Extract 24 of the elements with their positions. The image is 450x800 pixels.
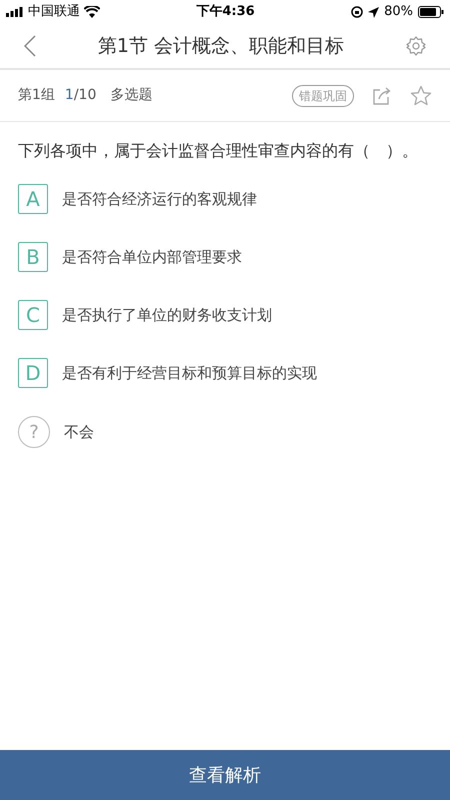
carrier-text: 中国联通 — [28, 3, 80, 22]
group-label: 第1组 — [18, 86, 55, 105]
signal-icon — [6, 7, 24, 17]
rotation-lock-icon — [351, 6, 364, 18]
battery-icon — [418, 6, 444, 18]
view-analysis-button[interactable]: 查看解析 — [0, 750, 450, 800]
battery-text: 80% — [384, 3, 413, 22]
option-text[interactable]: 是否有利于经营目标和预算目标的实现 — [62, 362, 317, 384]
option-text[interactable]: 是否符合单位内部管理要求 — [62, 246, 242, 268]
option-text[interactable]: 是否执行了单位的财务收支计划 — [62, 304, 272, 326]
share-icon[interactable] — [372, 86, 392, 106]
question-type: 多选题 — [110, 86, 152, 105]
location-arrow-icon — [368, 6, 380, 18]
current-index: 1 — [64, 86, 74, 105]
total-count: /10 — [74, 86, 96, 105]
option-text[interactable]: 不会 — [64, 420, 94, 444]
clock-text: 下午4:36 — [196, 3, 255, 22]
settings-icon[interactable] — [406, 36, 426, 56]
wifi-icon — [84, 6, 100, 18]
star-icon[interactable] — [410, 84, 432, 106]
option-text[interactable]: 是否符合经济运行的客观规律 — [62, 188, 257, 210]
page-title: 第1节 会计概念、职能和目标 — [98, 34, 344, 59]
back-icon[interactable] — [24, 35, 36, 57]
question-text: 下列各项中，属于会计监督合理性审查内容的有（ ）。 — [17, 140, 419, 162]
